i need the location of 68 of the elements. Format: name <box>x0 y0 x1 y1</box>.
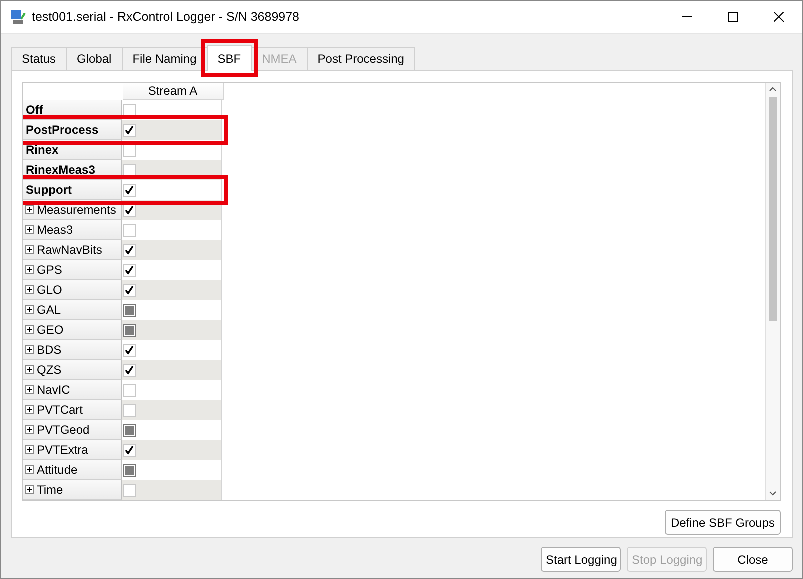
expand-icon[interactable] <box>25 485 34 494</box>
row-label: RawNavBits <box>37 242 102 256</box>
checkbox[interactable] <box>123 404 136 416</box>
expand-icon[interactable] <box>25 265 34 274</box>
expand-icon[interactable] <box>25 225 34 234</box>
row-label: Measurements <box>37 202 116 216</box>
checkbox[interactable] <box>123 144 136 156</box>
row-label: Time <box>37 482 64 496</box>
row-label: GEO <box>37 322 64 336</box>
column-header: Stream A <box>123 83 224 100</box>
checkbox[interactable] <box>123 344 136 356</box>
checkbox[interactable] <box>123 444 136 456</box>
row-label: GPS <box>37 262 62 276</box>
expand-icon[interactable] <box>25 205 34 214</box>
row-label: Rinex <box>26 142 59 156</box>
row-label: Meas3 <box>37 222 74 236</box>
checkbox[interactable] <box>123 484 136 496</box>
checkbox[interactable] <box>123 464 136 476</box>
window-title: test001.serial - RxControl Logger - S/N 3689978 <box>32 10 300 24</box>
checkbox[interactable] <box>123 424 136 436</box>
row-label: PVTCart <box>37 402 84 416</box>
checkbox[interactable] <box>123 204 136 216</box>
app-icon <box>10 9 26 25</box>
expand-icon[interactable] <box>25 365 34 374</box>
scrollbar-thumb[interactable] <box>769 97 777 321</box>
checkbox[interactable] <box>123 384 136 396</box>
expand-icon[interactable] <box>25 285 34 294</box>
row-label: BDS <box>37 342 62 356</box>
dialog-button[interactable]: Close <box>713 547 793 572</box>
checkbox[interactable] <box>123 324 136 336</box>
dialog-button[interactable]: Start Logging <box>541 547 621 572</box>
row-label: QZS <box>37 362 62 376</box>
expand-icon[interactable] <box>25 345 34 354</box>
expand-icon[interactable] <box>25 245 34 254</box>
checkbox[interactable] <box>123 184 136 196</box>
scroll-down-icon[interactable] <box>769 490 777 497</box>
checkbox[interactable] <box>123 164 136 176</box>
expand-icon[interactable] <box>25 385 34 394</box>
define-groups-button[interactable]: Define SBF Groups <box>664 510 781 535</box>
row-label: PostProcess <box>26 122 99 136</box>
expand-icon[interactable] <box>25 465 34 474</box>
row-label: Support <box>26 182 72 196</box>
row-label: PVTGeod <box>37 422 90 436</box>
checkbox[interactable] <box>123 364 136 376</box>
row-label: GAL <box>37 302 62 316</box>
checkbox[interactable] <box>123 284 136 296</box>
checkbox[interactable] <box>123 244 136 256</box>
row-label: GLO <box>37 282 62 296</box>
row-label: NavIC <box>37 382 70 396</box>
expand-icon[interactable] <box>25 325 34 334</box>
checkbox[interactable] <box>123 304 136 316</box>
scroll-up-icon[interactable] <box>769 86 777 93</box>
checkbox[interactable] <box>123 264 136 276</box>
tab[interactable]: Status <box>11 47 68 70</box>
row-label: RinexMeas3 <box>26 162 96 176</box>
close-icon[interactable] <box>774 12 784 22</box>
tab[interactable]: Post Processing <box>306 47 416 70</box>
checkbox[interactable] <box>123 124 136 136</box>
row-label: Attitude <box>37 462 78 476</box>
maximize-icon[interactable] <box>728 12 738 22</box>
row-label: Off <box>26 102 44 116</box>
row-label: PVTExtra <box>37 442 88 456</box>
expand-icon[interactable] <box>25 305 34 314</box>
expand-icon[interactable] <box>25 445 34 454</box>
expand-icon[interactable] <box>25 425 34 434</box>
checkbox[interactable] <box>123 104 136 116</box>
expand-icon[interactable] <box>25 405 34 414</box>
checkbox[interactable] <box>123 224 136 236</box>
